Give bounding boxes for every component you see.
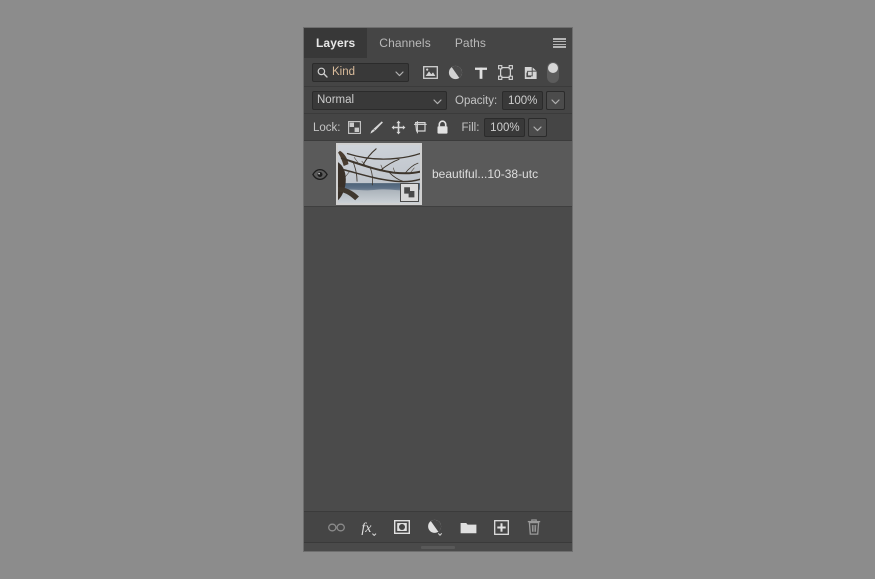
layer-panel-footer: fx (304, 511, 572, 542)
layer-style-fx-button[interactable]: fx (358, 516, 380, 538)
lock-artboard-nesting-icon[interactable] (410, 117, 432, 139)
fill-slider-button[interactable] (528, 118, 547, 137)
filter-kind-dropdown[interactable]: Kind (312, 63, 409, 82)
tab-layers-label: Layers (316, 36, 355, 50)
layer-visibility-toggle[interactable] (304, 141, 336, 207)
layer-mask-icon (394, 520, 410, 534)
layers-panel: Layers Channels Paths Kind (303, 27, 573, 552)
fill-value: 100% (490, 122, 519, 134)
layer-thumbnail[interactable] (336, 143, 422, 205)
lock-all-icon[interactable] (432, 117, 454, 139)
hamburger-menu-icon (553, 38, 566, 48)
lock-transparent-pixels-icon[interactable] (344, 117, 366, 139)
delete-layer-button[interactable] (523, 516, 545, 538)
blend-mode-row: Normal Opacity: 100% (304, 87, 572, 114)
link-icon (328, 523, 345, 532)
panel-tab-bar: Layers Channels Paths (304, 28, 572, 58)
grip-handle (421, 546, 455, 549)
fill-input[interactable]: 100% (484, 118, 525, 137)
lock-row: Lock: (304, 114, 572, 141)
layer-list[interactable]: beautiful...10-38-utc (304, 141, 572, 511)
tab-channels-label: Channels (379, 36, 431, 50)
adjustment-circle-icon (427, 519, 444, 536)
tab-paths[interactable]: Paths (443, 28, 498, 58)
blend-mode-dropdown[interactable]: Normal (312, 91, 447, 110)
link-layers-button[interactable] (325, 516, 347, 538)
filter-type-icons (418, 61, 559, 85)
filter-smart-object-layers-icon[interactable] (518, 61, 543, 85)
layer-name: beautiful...10-38-utc (432, 167, 538, 181)
layer-filter-row: Kind (304, 58, 572, 87)
lock-position-icon[interactable] (388, 117, 410, 139)
folder-icon (460, 521, 477, 534)
chevron-down-icon (533, 119, 542, 137)
filter-pixel-layers-icon[interactable] (418, 61, 443, 85)
layer-row[interactable]: beautiful...10-38-utc (304, 141, 572, 207)
filter-kind-value: Kind (332, 67, 395, 79)
fill-label: Fill: (462, 122, 480, 134)
new-adjustment-layer-button[interactable] (424, 516, 446, 538)
filter-adjustment-layers-icon[interactable] (443, 61, 468, 85)
tab-paths-label: Paths (455, 36, 486, 50)
chevron-down-icon (395, 64, 404, 82)
blend-mode-value: Normal (317, 95, 433, 107)
add-layer-mask-button[interactable] (391, 516, 413, 538)
opacity-value: 100% (508, 95, 537, 107)
filter-shape-layers-icon[interactable] (493, 61, 518, 85)
opacity-input[interactable]: 100% (502, 91, 543, 110)
opacity-slider-button[interactable] (546, 91, 565, 110)
tab-layers[interactable]: Layers (304, 28, 367, 58)
new-layer-button[interactable] (490, 516, 512, 538)
panel-menu-button[interactable] (546, 28, 572, 58)
lock-image-pixels-icon[interactable] (366, 117, 388, 139)
magnifier-icon (317, 67, 328, 78)
chevron-down-icon (433, 92, 442, 110)
opacity-label: Opacity: (455, 95, 497, 107)
panel-resize-grip[interactable] (304, 542, 572, 551)
tab-channels[interactable]: Channels (367, 28, 443, 58)
new-layer-plus-icon (494, 520, 509, 535)
trash-icon (527, 519, 541, 535)
smart-object-badge (400, 183, 419, 202)
new-group-button[interactable] (457, 516, 479, 538)
eye-icon (312, 169, 328, 180)
tab-bar-spacer (498, 28, 546, 58)
chevron-down-icon (551, 92, 560, 110)
filter-type-layers-icon[interactable] (468, 61, 493, 85)
lock-label: Lock: (313, 122, 341, 134)
filter-enable-toggle[interactable] (547, 62, 559, 83)
fx-icon: fx (361, 519, 378, 536)
svg-text:fx: fx (361, 521, 372, 536)
